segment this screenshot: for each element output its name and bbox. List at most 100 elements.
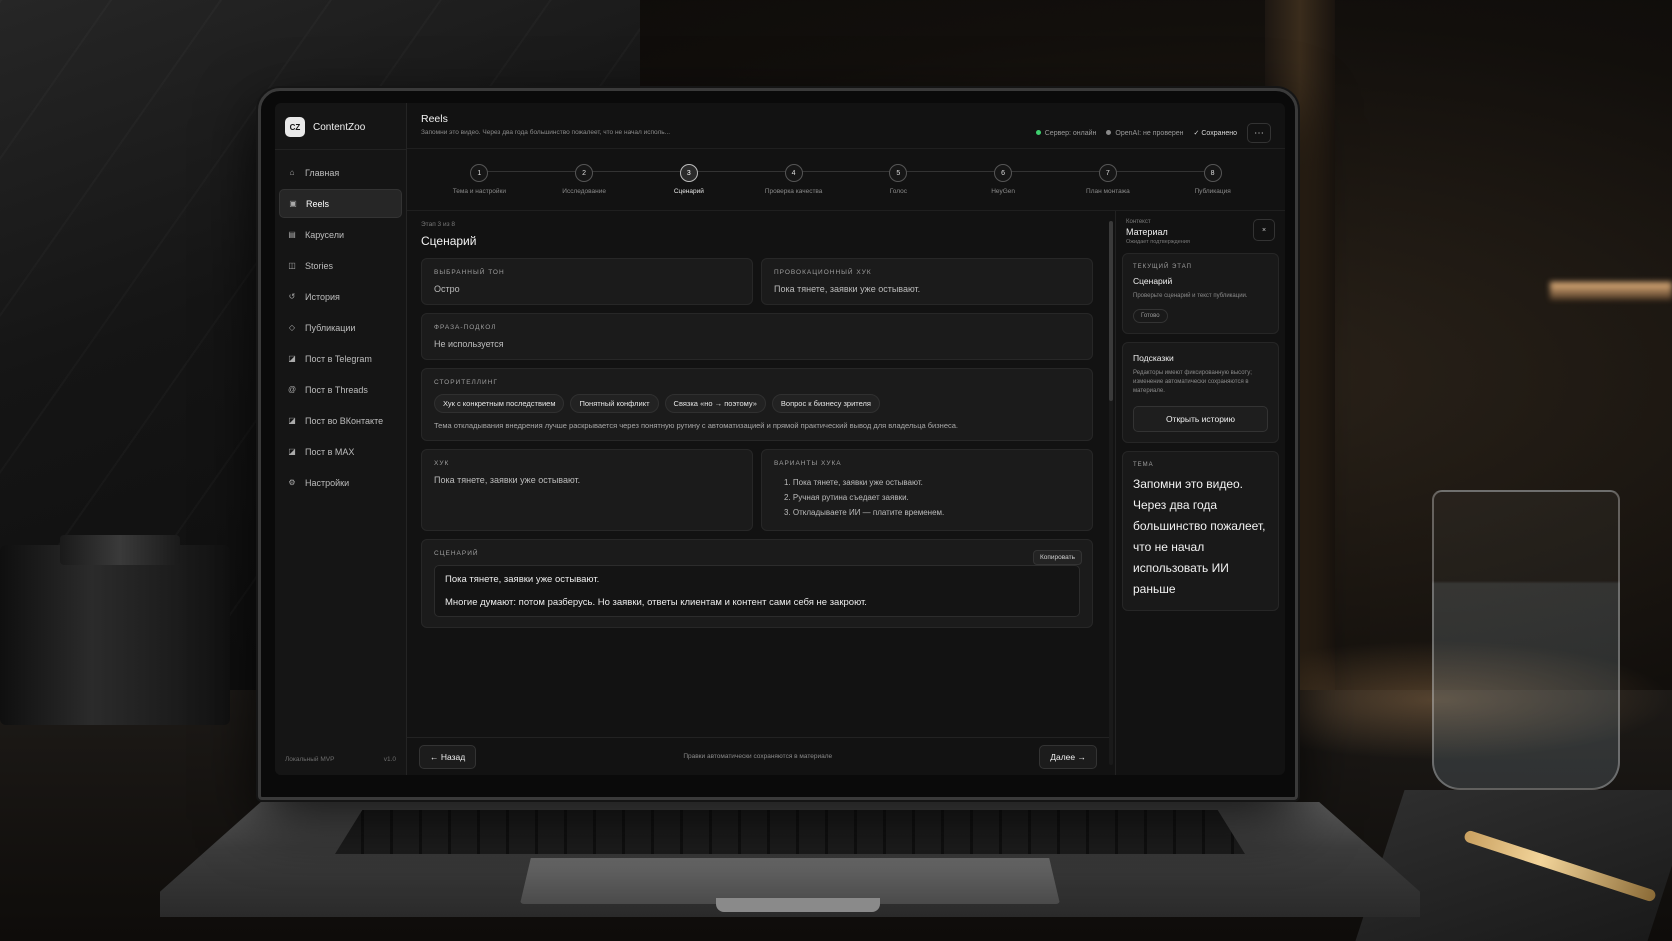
sidebar-item-telegram[interactable]: ◪ Пост в Telegram [279,344,402,373]
script-label: Сценарий [434,550,479,557]
sidebar-item-label: История [305,291,340,302]
phrase-value: Не используется [434,339,504,349]
shelf-light [1550,282,1672,300]
sidebar-item-stories[interactable]: ◫ Stories [279,251,402,280]
stepper: 1 Тема и настройки 2 Исследование 3 Сценари… [407,149,1285,211]
sidebar-item-history[interactable]: ↺ История [279,282,402,311]
sidebar-item-label: Карусели [305,229,345,240]
current-stage-card: Текущий этап Сценарий Проверьте сценарий… [1122,253,1279,334]
tone-card[interactable]: Выбранный тон Остро [421,258,753,305]
step-3[interactable]: 3 Сценарий [644,164,734,195]
next-button[interactable]: Далее → [1039,744,1097,769]
page-subtitle: Запомни это видео. Через два года больши… [421,129,671,136]
stage-content: Этап 3 из 8 Сценарий Выбранный тон Остро… [407,211,1107,775]
content-scrollbar[interactable] [1109,221,1113,765]
footer-bar: ← Назад Правки автоматически сохраняются… [407,737,1109,775]
sidebar-nav: ⌂ Главная ▣ Reels ▤ Карусели ◫ Stories ↺ Исто… [275,150,406,507]
app-screen: CZ ContentZoo ⌂ Главная ▣ Reels ▤ Карусели … [275,103,1285,775]
step-8[interactable]: 8 Публикация [1168,164,1258,195]
hook-value[interactable]: Пока тянете, заявки уже остывают. [434,475,740,485]
provocative-hook-card[interactable]: Провокационный хук Пока тянете, заявки у… [761,258,1093,305]
storytelling-label: Сторителлинг [434,379,498,386]
hook-variant-item[interactable]: Ручная рутина съедает заявки. [784,490,1080,505]
step-7[interactable]: 7 План монтажа [1063,164,1153,195]
step-4[interactable]: 4 Проверка качества [749,164,839,195]
sidebar-item-settings[interactable]: ⚙ Настройки [279,468,402,497]
sidebar-item-label: Публикации [305,322,356,333]
sidebar-item-home[interactable]: ⌂ Главная [279,158,402,187]
hook-variant-item[interactable]: Откладываете ИИ — платите временем. [784,505,1080,520]
sidebar-item-reels[interactable]: ▣ Reels [279,189,402,218]
sidebar-item-vk[interactable]: ◪ Пост во ВКонтакте [279,406,402,435]
storytelling-chip[interactable]: Связка «но → поэтому» [664,394,766,413]
theme-text: Запомни это видео. Через два года больши… [1133,477,1266,596]
phrase-card[interactable]: Фраза-подкол Не используется [421,313,1093,360]
status-bar: Сервер: онлайн OpenAI: не проверен ✓ Сох… [1035,123,1271,143]
step-2[interactable]: 2 Исследование [539,164,629,195]
footer-env-label: Локальный MVP [285,756,335,763]
step-5[interactable]: 5 Голос [853,164,943,195]
context-kicker: Контекст [1126,219,1151,225]
close-icon[interactable]: × [1253,219,1275,241]
hook-label: Хук [434,460,450,467]
sidebar-item-max[interactable]: ◪ Пост в MAX [279,437,402,466]
carousel-icon: ▤ [288,230,296,239]
sidebar-item-threads[interactable]: @ Пост в Threads [279,375,402,404]
copy-button[interactable]: Копировать [1033,550,1082,565]
telegram-icon: ◪ [288,354,296,363]
brand-logo: CZ [285,117,305,137]
step-number: 7 [1098,164,1117,182]
step-6[interactable]: 6 HeyGen [958,164,1048,195]
publish-icon: ◇ [288,323,296,332]
vk-icon: ◪ [288,416,296,425]
sidebar-item-label: Пост в Threads [305,384,368,395]
jar-lid-decor [60,535,180,565]
phrase-label: Фраза-подкол [434,324,497,331]
hints-text: Редакторы имеют фиксированную высоту; из… [1133,370,1252,394]
script-editor[interactable]: Пока тянете, заявки уже остывают. Многие… [434,565,1080,617]
storytelling-chip[interactable]: Понятный конфликт [570,394,659,413]
stage-title: Сценарий [421,234,477,248]
openai-status: OpenAI: не проверен [1106,130,1184,137]
step-number: 6 [994,164,1013,182]
step-label: Исследование [562,188,606,195]
sidebar-item-carousels[interactable]: ▤ Карусели [279,220,402,249]
script-card: Сценарий Копировать Пока тянете, заявки … [421,539,1093,628]
tone-value: Остро [434,284,460,294]
theme-card: Тема Запомни это видео. Через два года б… [1122,451,1279,611]
step-number: 5 [889,164,908,182]
current-stage-text: Проверьте сценарий и текст публикации. [1133,293,1248,299]
jar-decor [0,545,230,725]
hook-variant-item[interactable]: Пока тянете, заявки уже остывают. [784,475,1080,490]
storytelling-chip[interactable]: Хук с конкретным последствием [434,394,565,413]
sidebar: CZ ContentZoo ⌂ Главная ▣ Reels ▤ Карусели … [275,103,407,775]
hints-card: Подсказки Редакторы имеют фиксированную … [1122,342,1279,443]
scrollbar-thumb[interactable] [1109,221,1113,401]
laptop-keyboard [335,810,1245,854]
sidebar-item-publications[interactable]: ◇ Публикации [279,313,402,342]
sidebar-item-label: Пост в Telegram [305,353,372,364]
sidebar-item-label: Настройки [305,477,350,488]
back-button[interactable]: ← Назад [419,744,477,769]
theme-label: Тема [1133,462,1154,468]
settings-icon: ⚙ [288,478,296,487]
step-label: Сценарий [673,188,704,195]
threads-icon: @ [287,385,297,394]
phrase-row: Фраза-подкол Не используется [421,313,1093,360]
hook-card[interactable]: Хук Пока тянете, заявки уже остывают. [421,449,753,531]
notebook [1355,790,1672,941]
step-1[interactable]: 1 Тема и настройки [434,164,524,195]
brand[interactable]: CZ ContentZoo [275,103,406,150]
history-icon: ↺ [288,292,296,301]
tone-label: Выбранный тон [434,269,505,276]
step-number: 2 [575,164,594,182]
status-badge: Готово [1133,309,1168,323]
stage-meta: Этап 3 из 8 [421,221,455,228]
open-history-button[interactable]: Открыть историю [1133,406,1268,432]
storytelling-chip[interactable]: Вопрос к бизнесу зрителя [771,394,880,413]
water-glass [1432,490,1620,790]
more-menu-button[interactable]: ⋯ [1247,123,1271,143]
status-dot-icon [1035,130,1041,136]
provocative-hook-label: Провокационный хук [774,269,872,276]
storytelling-chips: Хук с конкретным последствием Понятный к… [434,394,1080,413]
